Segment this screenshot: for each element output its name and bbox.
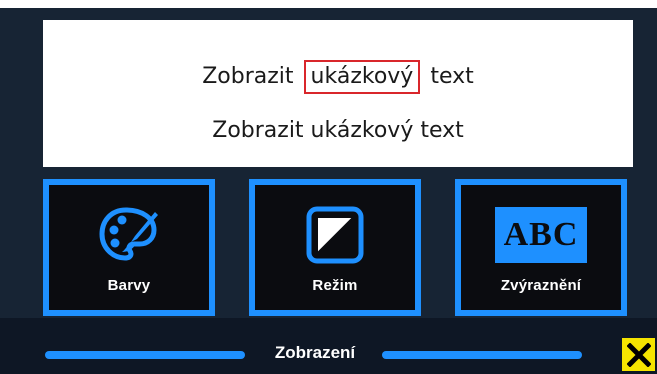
highlight-label: Zvýraznění — [500, 277, 582, 294]
text-preview: Zobrazit ukázkový text Zobrazit ukázkový… — [43, 20, 633, 167]
preview-line-plain: Zobrazit ukázkový text — [212, 118, 464, 143]
divider-line — [45, 351, 245, 359]
palette-icon — [99, 207, 158, 261]
mode-label: Režim — [312, 277, 358, 294]
close-button[interactable] — [622, 338, 655, 371]
preview-word: Zobrazit — [202, 64, 294, 89]
highlight-button[interactable]: ABC Zvýraznění — [455, 179, 627, 316]
abc-highlight-icon: ABC — [495, 207, 587, 263]
mode-button[interactable]: Režim — [249, 179, 421, 316]
close-icon — [626, 342, 651, 367]
divider-line — [382, 351, 582, 359]
preview-word: text — [430, 64, 474, 89]
top-edge — [0, 0, 657, 8]
bottom-bar: Zobrazení — [0, 318, 657, 374]
colors-button[interactable]: Barvy — [43, 179, 215, 316]
highlighted-word: ukázkový — [303, 60, 421, 94]
contrast-mode-icon — [306, 206, 364, 264]
colors-label: Barvy — [107, 277, 151, 294]
section-title: Zobrazení — [274, 343, 356, 362]
preview-line-highlighted: Zobrazit ukázkový text — [43, 60, 633, 94]
